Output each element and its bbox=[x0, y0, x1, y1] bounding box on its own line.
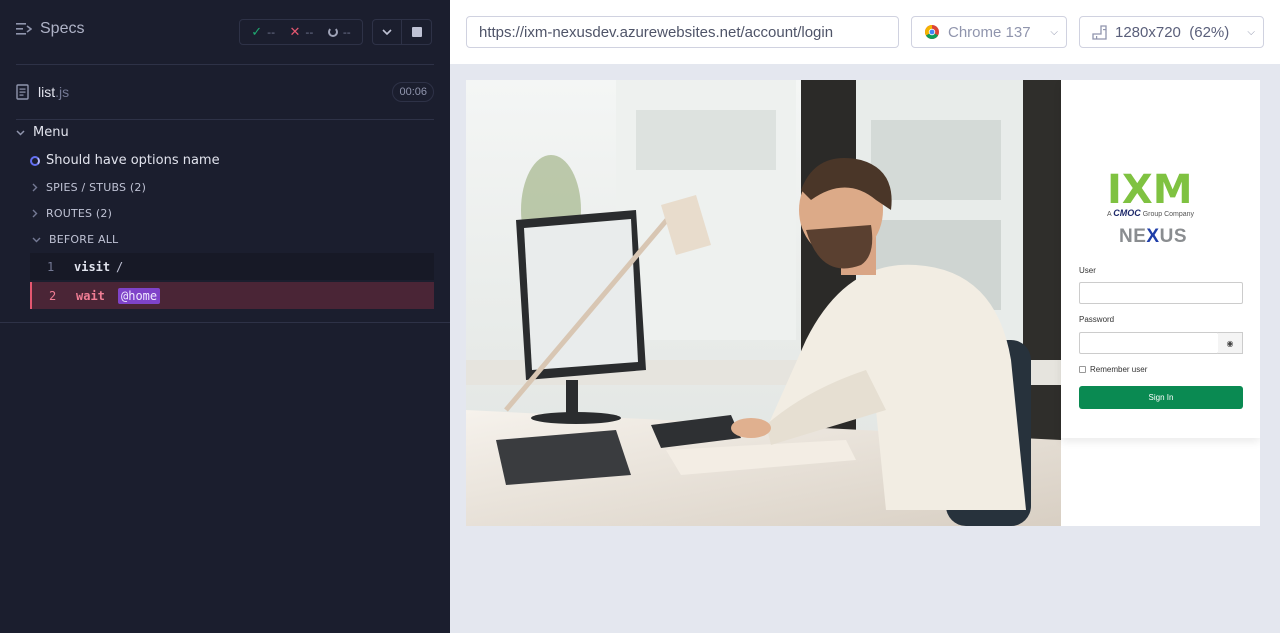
logo-sub-brand: CMOC bbox=[1113, 208, 1141, 218]
nexus-logo: NEXUS bbox=[1119, 226, 1187, 248]
specs-button[interactable]: Specs bbox=[16, 20, 84, 38]
expand-toggle-button[interactable] bbox=[372, 19, 402, 45]
failed-count: -- bbox=[305, 25, 314, 39]
test-row[interactable]: Should have options name bbox=[30, 153, 220, 168]
nexus-logo-part-b: US bbox=[1159, 226, 1187, 247]
chevron-right-icon bbox=[32, 209, 38, 218]
login-card: IXM A CMOC Group Company NEXUS User Pass… bbox=[1061, 80, 1260, 438]
commands-divider bbox=[0, 322, 450, 323]
chevron-down-icon: ⌵ bbox=[1247, 26, 1255, 38]
section-spies-stubs[interactable]: SPIES / STUBS (2) bbox=[32, 181, 146, 194]
password-label: Password bbox=[1079, 315, 1115, 324]
chevron-down-icon bbox=[32, 237, 41, 242]
duration-badge: 00:06 bbox=[392, 82, 434, 102]
command-row-wait[interactable]: 2 wait @home bbox=[30, 282, 434, 309]
suite-title: Menu bbox=[33, 125, 69, 140]
file-base: list bbox=[38, 84, 56, 100]
remember-user-row[interactable]: Remember user bbox=[1079, 365, 1147, 374]
chrome-icon bbox=[925, 25, 939, 39]
sign-in-button[interactable]: Sign In bbox=[1079, 386, 1243, 409]
command-message: / bbox=[116, 259, 124, 274]
section-label: BEFORE ALL bbox=[49, 233, 119, 246]
ruler-icon bbox=[1092, 24, 1107, 40]
eye-icon: ◉ bbox=[1226, 338, 1234, 348]
ixm-logo: IXM bbox=[1107, 170, 1193, 206]
pending-count: -- bbox=[342, 25, 351, 39]
logo-tagline: A CMOC Group Company bbox=[1107, 208, 1194, 218]
passed-count: -- bbox=[267, 25, 276, 39]
check-icon: ✓ bbox=[251, 24, 263, 40]
stop-icon bbox=[411, 27, 422, 37]
test-title: Should have options name bbox=[46, 153, 220, 168]
specs-list-icon bbox=[16, 23, 32, 35]
user-label: User bbox=[1079, 266, 1096, 275]
command-number: 1 bbox=[47, 259, 55, 274]
file-divider bbox=[16, 119, 434, 120]
running-spinner-icon bbox=[30, 155, 40, 166]
alias-badge: @home bbox=[118, 287, 161, 304]
file-ext: .js bbox=[55, 84, 70, 100]
show-password-button[interactable]: ◉ bbox=[1218, 332, 1243, 354]
browser-label: Chrome 137 bbox=[948, 23, 1031, 41]
viewport-label: 1280x720 (62%) bbox=[1115, 23, 1230, 41]
chevron-down-icon bbox=[16, 129, 25, 136]
remember-label: Remember user bbox=[1090, 365, 1148, 374]
nexus-logo-x: X bbox=[1146, 226, 1160, 247]
reporter-panel: Specs ✓-- ✕-- -- list.js 00:06 Menu Sh bbox=[0, 0, 450, 633]
section-label: ROUTES (2) bbox=[46, 207, 113, 220]
logo-main-text: IXM bbox=[1107, 170, 1193, 206]
passed-stat: ✓ -- bbox=[251, 25, 275, 40]
spec-file-row[interactable]: list.js 00:06 bbox=[16, 80, 434, 104]
user-input[interactable] bbox=[1079, 282, 1243, 304]
pending-circle-icon bbox=[327, 27, 338, 37]
suite-row[interactable]: Menu bbox=[16, 125, 69, 140]
header-divider bbox=[16, 64, 434, 65]
command-name: visit bbox=[74, 259, 111, 274]
browser-selector[interactable]: Chrome 137 ⌵ bbox=[911, 16, 1067, 48]
chevron-right-icon bbox=[32, 183, 38, 192]
command-row-visit[interactable]: 1 visit / bbox=[30, 253, 434, 280]
nexus-logo-part-a: NE bbox=[1119, 226, 1147, 247]
test-stats: ✓ -- ✕ -- -- bbox=[239, 19, 363, 45]
aut-header: https://ixm-nexusdev.azurewebsites.net/a… bbox=[450, 0, 1280, 64]
password-input[interactable] bbox=[1079, 332, 1219, 354]
chevron-down-icon bbox=[382, 29, 392, 35]
stop-button[interactable] bbox=[402, 19, 432, 45]
app-preview: IXM A CMOC Group Company NEXUS User Pass… bbox=[466, 80, 1260, 526]
reporter-header: Specs ✓ -- ✕ -- -- bbox=[0, 0, 450, 64]
login-panel: IXM A CMOC Group Company NEXUS User Pass… bbox=[1061, 80, 1260, 526]
office-hero-image bbox=[466, 80, 1061, 526]
section-routes[interactable]: ROUTES (2) bbox=[32, 207, 112, 220]
specs-label: Specs bbox=[40, 20, 85, 37]
logo-sub-suffix: Group Company bbox=[1142, 211, 1195, 218]
remember-checkbox[interactable] bbox=[1079, 366, 1086, 373]
chevron-down-icon: ⌵ bbox=[1050, 26, 1058, 38]
command-name: wait bbox=[76, 288, 105, 303]
hero-illustration bbox=[466, 80, 1061, 526]
section-label: SPIES / STUBS (2) bbox=[46, 181, 147, 194]
x-icon: ✕ bbox=[289, 24, 301, 40]
section-before-all[interactable]: BEFORE ALL bbox=[32, 233, 118, 246]
failed-stat: ✕ -- bbox=[290, 25, 314, 40]
pending-stat: -- bbox=[327, 25, 351, 39]
logo-sub-prefix: A bbox=[1107, 211, 1112, 218]
spec-file-name: list.js bbox=[38, 84, 69, 100]
command-number: 2 bbox=[49, 288, 57, 303]
url-field[interactable]: https://ixm-nexusdev.azurewebsites.net/a… bbox=[466, 16, 899, 48]
file-icon bbox=[16, 84, 29, 100]
viewport-selector[interactable]: 1280x720 (62%) ⌵ bbox=[1079, 16, 1264, 48]
